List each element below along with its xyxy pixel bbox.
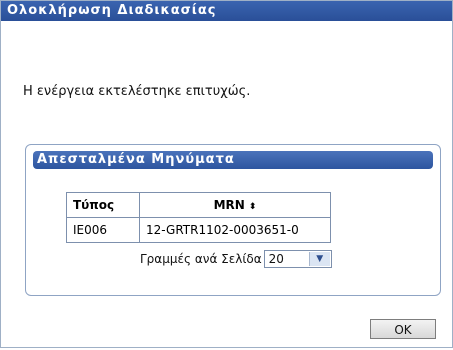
dialog-window: Ολοκλήρωση Διαδικασίας Η ενέργεια εκτελέ… [0,0,453,348]
chevron-down-icon[interactable]: ▼ [308,252,330,266]
rows-per-page-select[interactable]: 20 ▼ [263,250,332,268]
column-header-mrn[interactable]: MRN ⬍ [139,192,331,218]
dialog-title: Ολοκλήρωση Διαδικασίας [1,1,452,21]
sort-arrows-icon[interactable]: ⬍ [249,202,257,212]
rows-per-page-control: Γραμμές ανά Σελίδα 20 ▼ [140,250,332,268]
messages-table: Τύπος MRN ⬍ IE006 12-GRTR1102-0003651-0 [66,192,331,243]
rows-per-page-value: 20 [268,252,284,266]
column-header-type[interactable]: Τύπος [66,192,140,218]
ok-button[interactable]: OK [370,319,436,339]
table-row[interactable]: IE006 12-GRTR1102-0003651-0 [66,217,331,243]
rows-per-page-label: Γραμμές ανά Σελίδα [140,252,262,266]
cell-type: IE006 [66,217,140,243]
cell-mrn: 12-GRTR1102-0003651-0 [139,217,331,243]
success-message: Η ενέργεια εκτελέστηκε επιτυχώς. [23,84,251,99]
column-header-mrn-label: MRN [213,198,245,212]
panel-title: Απεσταλμένα Μηνύματα [33,151,433,169]
column-header-type-label: Τύπος [73,198,115,212]
sent-messages-panel: Απεσταλμένα Μηνύματα Τύπος MRN ⬍ IE006 12… [25,144,441,296]
